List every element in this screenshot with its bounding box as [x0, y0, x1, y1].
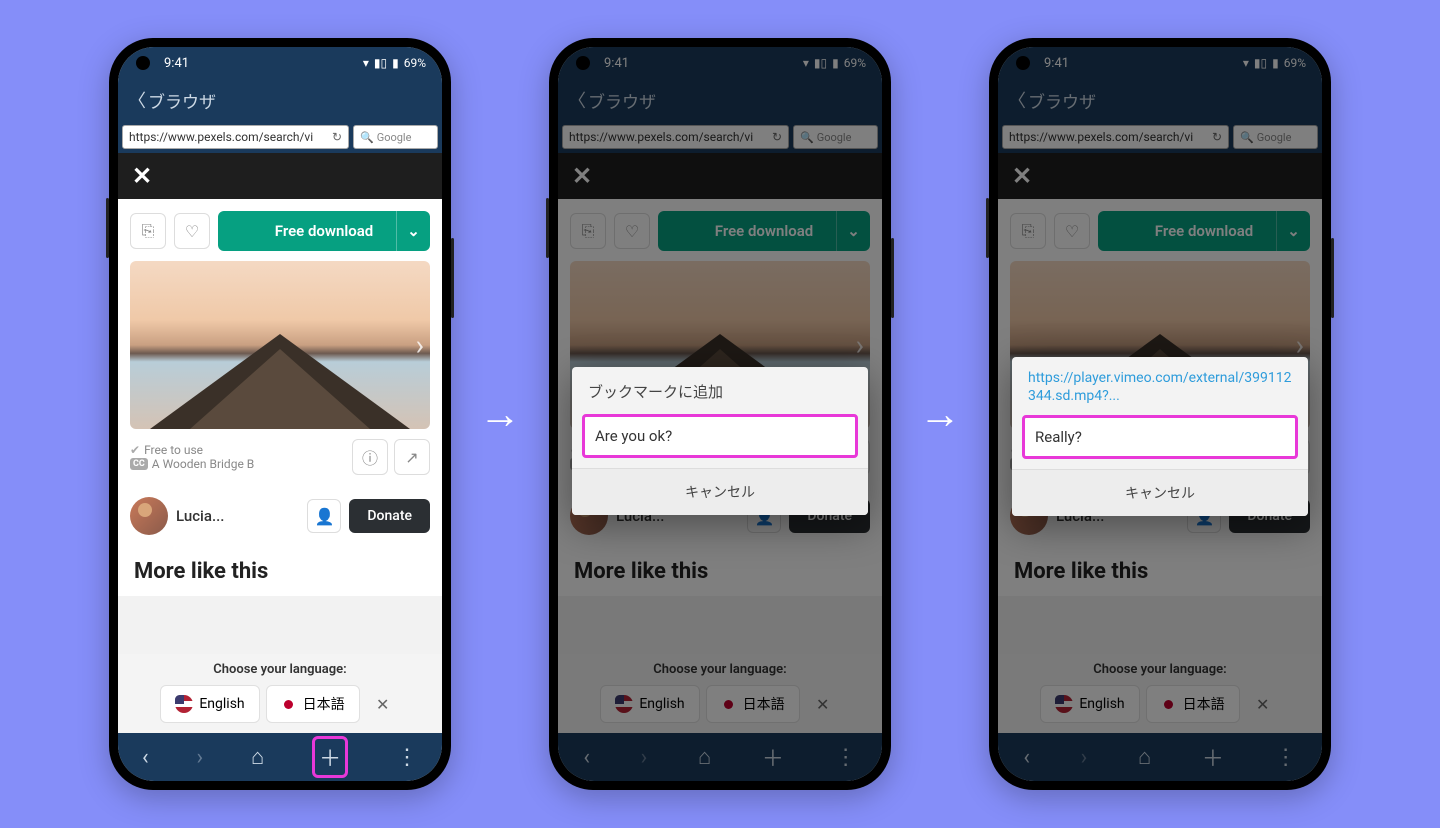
bottom-nav: ‹ › ⌂ ＋ ⋮ — [118, 733, 442, 781]
action-row: ⎘ ♡ Free download ⌄ — [130, 211, 430, 251]
dialog-input[interactable]: Are you ok? — [582, 414, 858, 458]
share-button[interactable]: ↗ — [394, 439, 430, 475]
cancel-label: キャンセル — [1125, 486, 1195, 502]
phone-frame-1: 9:41 ▾ ▮▯ ▮ 69% 〈 ブラウザ https://www.pexel… — [109, 38, 451, 790]
screen-3: 9:41 ▾ ▮▯ ▮ 69% 〈 ブラウザ https://www.pexel… — [998, 47, 1322, 781]
dialog-cancel-button[interactable]: キャンセル — [572, 468, 868, 515]
dialog-input-value: Are you ok? — [595, 427, 672, 445]
nav-menu-icon[interactable]: ⋮ — [396, 745, 418, 770]
pier-shape-inner — [190, 349, 370, 429]
close-icon: ✕ — [376, 695, 389, 714]
like-button[interactable]: ♡ — [174, 213, 210, 249]
dialog-input-value: Really? — [1035, 428, 1082, 446]
avatar[interactable] — [130, 497, 168, 535]
dialog-url: https://player.vimeo.com/external/399112… — [1012, 357, 1308, 407]
flag-jp-icon — [281, 696, 297, 712]
phone-frame-3: 9:41 ▾ ▮▯ ▮ 69% 〈 ブラウザ https://www.pexel… — [989, 38, 1331, 790]
bookmark-icon: ⎘ — [142, 221, 155, 241]
free-label: Free to use — [144, 443, 203, 457]
next-image-icon[interactable]: › — [416, 329, 424, 362]
status-indicators: ▾ ▮▯ ▮ 69% — [363, 56, 426, 70]
language-title: Choose your language: — [128, 662, 432, 677]
status-bar: 9:41 ▾ ▮▯ ▮ 69% — [118, 47, 442, 79]
download-button[interactable]: Free download ⌄ — [218, 211, 430, 251]
battery-text: 69% — [404, 56, 426, 70]
back-chevron-icon[interactable]: 〈 — [128, 87, 146, 113]
donate-label: Donate — [367, 508, 412, 524]
author-name[interactable]: Lucia... — [176, 507, 299, 525]
battery-icon: ▮ — [392, 56, 399, 70]
search-box[interactable]: 🔍 Google — [353, 125, 438, 149]
meta-row: ✔ Free to use CC A Wooden Bridge B ⓘ ↗ — [130, 439, 430, 475]
page-header: ✕ — [118, 153, 442, 199]
donate-button[interactable]: Donate — [349, 499, 430, 533]
refresh-icon[interactable]: ↻ — [332, 130, 342, 144]
page-content: ⎘ ♡ Free download ⌄ › ✔ Free to use CC A W… — [118, 199, 442, 596]
location-icon: ▾ — [363, 56, 369, 70]
screen-2: 9:41 ▾ ▮▯ ▮ 69% 〈 ブラウザ https://www.pexel… — [558, 47, 882, 781]
nav-home-icon[interactable]: ⌂ — [251, 744, 264, 770]
url-text: https://www.pexels.com/search/vi — [129, 130, 313, 144]
caption-text: A Wooden Bridge B — [152, 457, 254, 471]
share-icon: ↗ — [405, 448, 418, 467]
plus-icon: ＋ — [319, 747, 341, 772]
user-plus-icon: 👤 — [314, 507, 334, 526]
flow-arrow-1: → — [479, 390, 521, 439]
dialog-title: ブックマークに追加 — [572, 367, 868, 406]
phone-frame-2: 9:41 ▾ ▮▯ ▮ 69% 〈 ブラウザ https://www.pexel… — [549, 38, 891, 790]
app-title: ブラウザ — [148, 88, 216, 113]
heart-icon: ♡ — [185, 222, 199, 241]
bookmark-button[interactable]: ⎘ — [130, 213, 166, 249]
language-bar: Choose your language: English 日本語 ✕ — [118, 654, 442, 733]
status-time: 9:41 — [164, 56, 189, 71]
bookmark-dialog: ブックマークに追加 Are you ok? キャンセル — [572, 367, 868, 515]
lang-japanese-button[interactable]: 日本語 — [266, 685, 360, 723]
nav-back-icon[interactable]: ‹ — [142, 745, 149, 770]
cc-badge: CC — [130, 458, 148, 470]
download-label: Free download — [275, 222, 373, 240]
lang-close-button[interactable]: ✕ — [366, 685, 400, 723]
nav-add-button[interactable]: ＋ — [312, 736, 348, 778]
info-button[interactable]: ⓘ — [352, 439, 388, 475]
url-row: https://www.pexels.com/search/vi ↻ 🔍 Goo… — [118, 121, 442, 153]
signal-icon: ▮▯ — [374, 56, 387, 70]
author-row: Lucia... 👤 Donate — [130, 497, 430, 535]
hero-image[interactable]: › — [130, 261, 430, 429]
lang-jp-label: 日本語 — [303, 694, 345, 714]
lang-en-label: English — [199, 696, 244, 712]
meta-text: ✔ Free to use CC A Wooden Bridge B — [130, 443, 346, 471]
url-input[interactable]: https://www.pexels.com/search/vi ↻ — [122, 125, 349, 149]
info-icon: ⓘ — [362, 445, 378, 469]
download-dropdown[interactable]: ⌄ — [396, 211, 430, 251]
language-buttons: English 日本語 ✕ — [128, 685, 432, 723]
search-icon: 🔍 — [360, 131, 374, 144]
dialog-cancel-button[interactable]: キャンセル — [1012, 469, 1308, 516]
more-like-heading: More like this — [134, 559, 430, 584]
search-placeholder: Google — [377, 131, 412, 144]
screen-1: 9:41 ▾ ▮▯ ▮ 69% 〈 ブラウザ https://www.pexel… — [118, 47, 442, 781]
nav-forward-icon: › — [196, 745, 203, 770]
lang-english-button[interactable]: English — [160, 685, 259, 723]
flag-us-icon — [175, 695, 193, 713]
cancel-label: キャンセル — [685, 485, 755, 501]
check-icon: ✔ — [130, 443, 140, 457]
flow-arrow-2: → — [919, 390, 961, 439]
download-dialog: https://player.vimeo.com/external/399112… — [1012, 357, 1308, 516]
close-icon[interactable]: ✕ — [132, 162, 152, 190]
dialog-input[interactable]: Really? — [1022, 415, 1298, 459]
camera-hole — [136, 56, 150, 70]
app-bar: 〈 ブラウザ — [118, 79, 442, 121]
follow-button[interactable]: 👤 — [307, 499, 341, 533]
chevron-down-icon: ⌄ — [407, 222, 420, 240]
